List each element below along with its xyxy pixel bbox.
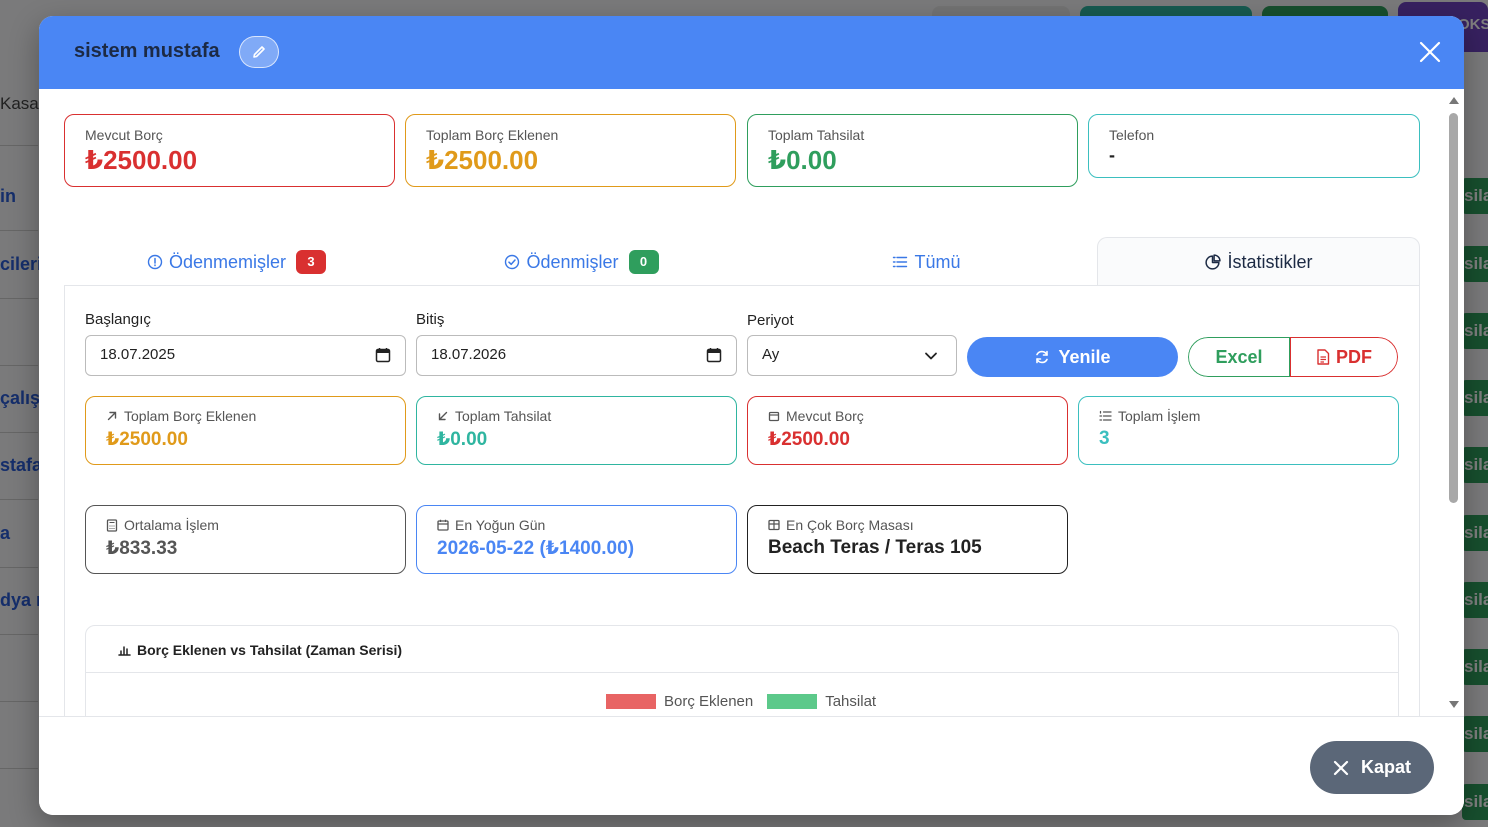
summary-card-total-debt-added: Toplam Borç Eklenen ₺2500.00	[405, 114, 736, 187]
close-icon	[1333, 760, 1349, 775]
file-pdf-icon	[1317, 349, 1330, 365]
stat-value: Beach Teras / Teras 105	[768, 537, 982, 558]
close-button[interactable]: Kapat	[1310, 741, 1434, 794]
legend-label-debt-added[interactable]: Borç Eklenen	[664, 693, 753, 710]
summary-card-label: Telefon	[1109, 127, 1155, 143]
close-button-label: Kapat	[1360, 757, 1411, 777]
period-select[interactable]: Ay	[747, 335, 957, 376]
pie-chart-icon	[1205, 254, 1222, 270]
export-button-group: Excel PDF	[1188, 337, 1398, 377]
pdf-label: PDF	[1336, 346, 1372, 367]
end-date-input[interactable]: 18.07.2026	[416, 335, 737, 376]
summary-card-phone: Telefon -	[1088, 114, 1420, 178]
alert-circle-icon	[147, 254, 163, 270]
chevron-down-icon	[925, 352, 937, 360]
stat-card-average-transaction: Ortalama İşlem ₺833.33	[85, 505, 406, 574]
summary-card-label: Toplam Borç Eklenen	[426, 127, 559, 143]
stat-value: 3	[1099, 428, 1110, 449]
excel-export-button[interactable]: Excel	[1188, 337, 1290, 377]
modal-header: sistem mustafa	[39, 16, 1464, 89]
legend-label-collection[interactable]: Tahsilat	[825, 693, 876, 710]
summary-card-current-debt: Mevcut Borç ₺2500.00	[64, 114, 395, 187]
calendar-icon[interactable]	[375, 347, 391, 363]
legend-swatch-debt-added[interactable]	[606, 694, 656, 709]
summary-card-value: ₺2500.00	[85, 145, 198, 175]
list-icon	[893, 256, 908, 268]
arrow-up-right-icon	[107, 411, 117, 421]
stat-card-total-transactions: Toplam İşlem 3	[1078, 396, 1399, 465]
scrollbar-thumb[interactable]	[1449, 113, 1458, 503]
calendar-icon	[437, 519, 449, 531]
tab-label: Tümü	[914, 251, 961, 272]
tab-label: Ödenmemişler	[168, 251, 287, 272]
stat-label: Toplam Tahsilat	[455, 408, 552, 424]
summary-card-label: Toplam Tahsilat	[768, 127, 865, 143]
stat-label: Mevcut Borç	[786, 408, 864, 424]
refresh-button[interactable]: Yenile	[967, 337, 1178, 377]
stat-label: Ortalama İşlem	[124, 517, 219, 533]
table-icon	[768, 519, 780, 531]
stat-value: ₺833.33	[106, 538, 178, 559]
edit-name-button[interactable]	[239, 36, 279, 68]
chart-title-text: Borç Eklenen vs Tahsilat (Zaman Serisi)	[137, 642, 403, 658]
end-date-label: Bitiş	[416, 311, 445, 328]
summary-card-value: ₺2500.00	[426, 145, 539, 175]
scroll-up-arrow[interactable]	[1448, 95, 1460, 105]
end-date-value: 18.07.2026	[431, 346, 507, 363]
summary-card-label: Mevcut Borç	[85, 127, 163, 143]
refresh-icon	[1036, 350, 1049, 364]
stat-value: ₺0.00	[437, 429, 488, 450]
stat-label: Toplam Borç Eklenen	[124, 408, 257, 424]
check-circle-icon	[505, 254, 520, 270]
paid-count-badge: 0	[628, 250, 659, 274]
bar-chart-icon	[118, 646, 131, 656]
chart-divider	[86, 672, 1398, 673]
start-date-input[interactable]: 18.07.2025	[85, 335, 406, 376]
stat-value: 2026-05-22 (₺1400.00)	[437, 538, 635, 559]
arrow-down-left-icon	[438, 411, 448, 421]
calculator-icon	[106, 518, 118, 532]
chart-legend: Borç Eklenen Tahsilat	[606, 693, 876, 710]
modal-footer: Kapat	[39, 716, 1464, 815]
stat-value: ₺2500.00	[768, 429, 850, 450]
tab-label: Ödenmişler	[526, 251, 619, 272]
list-ordered-icon	[1099, 410, 1112, 421]
stat-card-busiest-day: En Yoğun Gün 2026-05-22 (₺1400.00)	[416, 505, 737, 574]
scroll-down-arrow[interactable]	[1448, 700, 1460, 710]
calendar-icon[interactable]	[706, 347, 722, 363]
stat-label: Toplam İşlem	[1118, 408, 1201, 424]
unpaid-count-badge: 3	[296, 250, 327, 274]
wallet-icon	[768, 411, 780, 422]
stat-card-top-debt-table: En Çok Borç Masası Beach Teras / Teras 1…	[747, 505, 1068, 574]
stat-label: En Yoğun Gün	[455, 517, 546, 533]
tab-label: İstatistikler	[1227, 252, 1313, 272]
tab-unpaid[interactable]: Ödenmemişler 3	[64, 237, 409, 287]
stat-value: ₺2500.00	[106, 429, 188, 450]
pencil-icon	[253, 46, 265, 58]
refresh-label: Yenile	[1058, 346, 1111, 367]
customer-modal: sistem mustafa Mevcut Borç ₺2500.00 Topl…	[39, 16, 1464, 815]
start-date-value: 18.07.2025	[100, 346, 176, 363]
time-series-chart-card: Borç Eklenen vs Tahsilat (Zaman Serisi) …	[85, 625, 1399, 716]
period-value: Ay	[762, 346, 780, 363]
chart-title: Borç Eklenen vs Tahsilat (Zaman Serisi)	[118, 642, 402, 658]
close-icon[interactable]	[1418, 40, 1442, 64]
legend-swatch-collection[interactable]	[767, 694, 818, 709]
tab-all[interactable]: Tümü	[754, 237, 1099, 287]
tab-statistics[interactable]: İstatistikler	[1097, 237, 1420, 287]
stat-card-total-collection: Toplam Tahsilat ₺0.00	[416, 396, 737, 465]
stat-card-total-debt-added: Toplam Borç Eklenen ₺2500.00	[85, 396, 406, 465]
modal-title: sistem mustafa	[74, 40, 220, 62]
start-date-label: Başlangıç	[85, 311, 151, 328]
summary-card-total-collection: Toplam Tahsilat ₺0.00	[747, 114, 1078, 187]
stat-label: En Çok Borç Masası	[786, 517, 914, 533]
pdf-export-button[interactable]: PDF	[1290, 337, 1398, 377]
period-label: Periyot	[747, 312, 794, 329]
summary-card-value: ₺0.00	[768, 145, 837, 175]
stat-card-current-debt: Mevcut Borç ₺2500.00	[747, 396, 1068, 465]
modal-body: Mevcut Borç ₺2500.00 Toplam Borç Eklenen…	[39, 89, 1447, 716]
tab-paid[interactable]: Ödenmişler 0	[409, 237, 754, 287]
summary-card-value: -	[1109, 145, 1115, 165]
